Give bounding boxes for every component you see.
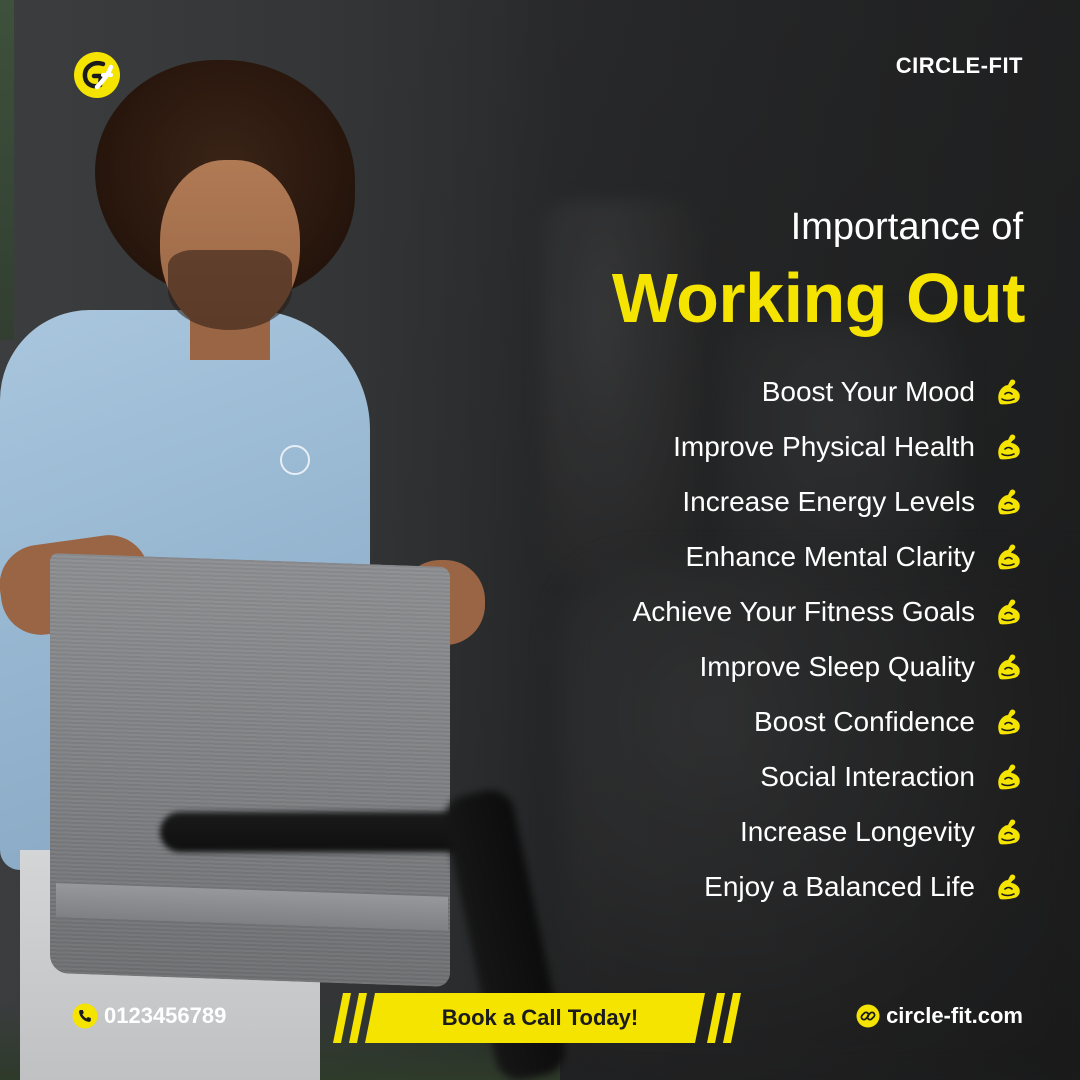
website-link[interactable]: circle-fit.com bbox=[856, 1003, 1023, 1029]
list-item: Increase Longevity bbox=[633, 804, 1023, 859]
list-item: Improve Physical Health bbox=[633, 419, 1023, 474]
flexed-bicep-icon bbox=[993, 487, 1023, 517]
benefit-label: Increase Longevity bbox=[739, 815, 975, 847]
flexed-bicep-icon bbox=[993, 542, 1023, 572]
flexed-bicep-icon bbox=[993, 817, 1023, 847]
benefit-label: Enjoy a Balanced Life bbox=[704, 870, 975, 902]
benefit-label: Increase Energy Levels bbox=[682, 485, 975, 517]
list-item: Enjoy a Balanced Life bbox=[633, 859, 1023, 914]
website-url: circle-fit.com bbox=[886, 1003, 1023, 1028]
man-holding-towel-photo bbox=[0, 0, 540, 1080]
flexed-bicep-icon bbox=[993, 652, 1023, 682]
benefit-label: Achieve Your Fitness Goals bbox=[632, 595, 975, 627]
list-item: Achieve Your Fitness Goals bbox=[633, 584, 1023, 639]
flexed-bicep-icon bbox=[993, 432, 1023, 462]
phone-icon bbox=[72, 1003, 98, 1029]
flexed-bicep-icon bbox=[993, 597, 1023, 627]
list-item: Improve Sleep Quality bbox=[633, 639, 1023, 694]
brand-logo bbox=[73, 51, 121, 99]
benefit-label: Improve Sleep Quality bbox=[699, 650, 975, 682]
book-call-label: Book a Call Today! bbox=[441, 1005, 639, 1030]
shirt-logo-icon bbox=[280, 445, 310, 475]
benefits-list: Boost Your Mood Improve Physical Health … bbox=[633, 364, 1023, 914]
flexed-bicep-icon bbox=[993, 762, 1023, 792]
headline-line-2: Working Out bbox=[611, 259, 1026, 337]
list-item: Social Interaction bbox=[633, 749, 1023, 804]
list-item: Enhance Mental Clarity bbox=[633, 529, 1023, 584]
phone-number: 0123456789 bbox=[104, 1003, 227, 1028]
flexed-bicep-icon bbox=[993, 377, 1023, 407]
benefit-label: Boost Confidence bbox=[753, 705, 975, 737]
link-icon bbox=[856, 1004, 880, 1028]
flexed-bicep-icon bbox=[993, 872, 1023, 902]
list-item: Boost Your Mood bbox=[633, 364, 1023, 419]
list-item: Boost Confidence bbox=[633, 694, 1023, 749]
benefit-label: Boost Your Mood bbox=[761, 375, 975, 407]
benefit-label: Social Interaction bbox=[760, 760, 975, 792]
logo-icon bbox=[74, 52, 120, 98]
book-call-button[interactable]: Book a Call Today! bbox=[333, 993, 747, 1043]
brand-name: CIRCLE-FIT bbox=[895, 53, 1023, 78]
list-item: Increase Energy Levels bbox=[633, 474, 1023, 529]
headline-line-1: Importance of bbox=[790, 206, 1023, 248]
beard bbox=[168, 250, 292, 330]
phone-contact[interactable]: 0123456789 bbox=[72, 1003, 226, 1029]
benefit-label: Enhance Mental Clarity bbox=[685, 540, 975, 572]
flexed-bicep-icon bbox=[993, 707, 1023, 737]
benefit-label: Improve Physical Health bbox=[673, 430, 975, 462]
poster: CIRCLE-FIT Importance of Working Out Boo… bbox=[0, 0, 1080, 1080]
